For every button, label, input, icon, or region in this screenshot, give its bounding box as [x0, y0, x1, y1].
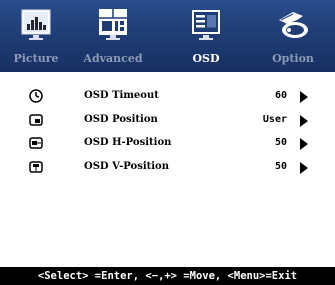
picture-icon [21, 9, 51, 40]
tab-label: Option [272, 52, 314, 65]
advanced-icon [99, 9, 127, 40]
timer-icon [29, 89, 43, 103]
right-arrow-icon[interactable] [300, 138, 308, 150]
osd-menu: Picture Advanced OSD Option OSD Timeout … [0, 0, 335, 285]
menu-item-osd-position[interactable]: OSD Position User [0, 110, 335, 132]
menu-item-osd-timeout[interactable]: OSD Timeout 60 [0, 86, 335, 108]
item-label: OSD Position [84, 114, 158, 125]
item-value: User [262, 114, 287, 125]
tab-picture[interactable]: Picture [8, 0, 64, 72]
tab-bar: Picture Advanced OSD Option [0, 0, 335, 72]
item-label: OSD V-Position [84, 161, 169, 172]
right-arrow-icon[interactable] [300, 91, 308, 103]
tab-osd[interactable]: OSD [178, 0, 234, 72]
tab-option[interactable]: Option [262, 0, 324, 72]
right-arrow-icon[interactable] [300, 162, 308, 174]
tab-advanced[interactable]: Advanced [78, 0, 148, 72]
key-help-bar: <Select> =Enter, <−,+> =Move, <Menu>=Exi… [0, 267, 335, 285]
h-position-icon [29, 137, 43, 149]
right-arrow-icon[interactable] [300, 115, 308, 127]
menu-item-osd-h-position[interactable]: OSD H-Position 50 [0, 133, 335, 155]
item-label: OSD Timeout [84, 90, 159, 101]
menu-panel: Picture Advanced OSD Option OSD Timeout … [0, 0, 335, 267]
item-value: 50 [274, 161, 287, 172]
tab-label: OSD [192, 52, 220, 65]
item-value: 50 [274, 137, 287, 148]
osd-icon [192, 10, 220, 40]
position-icon [29, 114, 43, 126]
tab-label: Picture [13, 52, 59, 65]
item-value: 60 [274, 90, 287, 101]
item-label: OSD H-Position [84, 137, 172, 148]
menu-item-osd-v-position[interactable]: OSD V-Position 50 [0, 157, 335, 179]
tab-label: Advanced [83, 52, 143, 65]
v-position-icon [29, 161, 43, 173]
option-icon [279, 12, 308, 38]
